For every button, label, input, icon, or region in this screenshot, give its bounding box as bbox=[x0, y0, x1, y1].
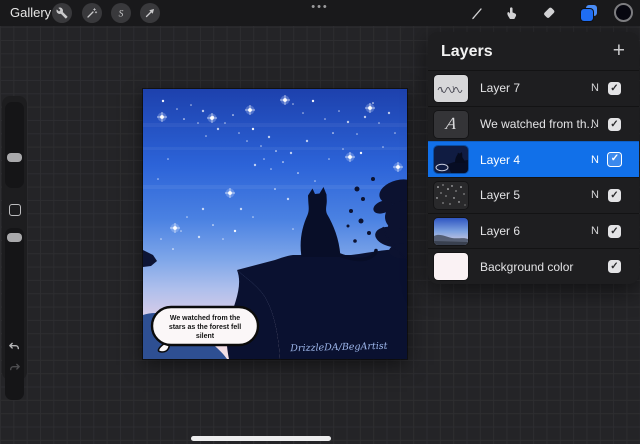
blend-mode-button[interactable]: N bbox=[591, 189, 599, 201]
layer6-thumbnail bbox=[434, 217, 468, 245]
erase-tool-button[interactable] bbox=[540, 4, 558, 22]
redo-button[interactable] bbox=[7, 362, 22, 381]
layer-name: Layer 4 bbox=[480, 152, 521, 167]
layer-visibility-checkbox[interactable]: ✓ bbox=[608, 188, 621, 202]
layer-name: We watched from th... bbox=[480, 117, 597, 131]
procreate-workspace: Gallery S ••• We watched from the stars … bbox=[0, 0, 640, 444]
blend-mode-button[interactable]: N bbox=[591, 225, 599, 237]
layer7-thumbnail bbox=[434, 74, 468, 102]
layer-row-layer7[interactable]: Layer 7 N ✓ bbox=[428, 70, 639, 106]
speech-bubble: We watched from the stars as the forest … bbox=[150, 305, 260, 353]
undo-icon bbox=[9, 342, 19, 350]
redo-icon bbox=[10, 363, 20, 371]
bubble-line-1: We watched from the bbox=[170, 315, 240, 322]
brush-opacity-handle[interactable] bbox=[7, 233, 22, 242]
layer-name: Layer 5 bbox=[480, 188, 521, 203]
undo-button[interactable] bbox=[7, 341, 22, 360]
drawing-canvas[interactable]: We watched from the stars as the forest … bbox=[143, 89, 407, 359]
blend-mode-button[interactable]: N bbox=[591, 118, 599, 130]
smudge-finger-icon bbox=[507, 7, 517, 19]
add-layer-button[interactable]: + bbox=[613, 32, 625, 70]
text-layer-thumbnail: A bbox=[434, 110, 468, 138]
home-indicator[interactable] bbox=[191, 436, 331, 441]
layer-visibility-checkbox[interactable]: ✓ bbox=[608, 224, 621, 238]
layers-panel: Layers + Layer 7 N ✓ A We watched from t… bbox=[428, 32, 639, 284]
layer-list: Layer 7 N ✓ A We watched from th... N ✓ bbox=[428, 70, 639, 284]
blend-mode-button[interactable]: N bbox=[591, 154, 599, 166]
brush-size-handle[interactable] bbox=[7, 153, 22, 162]
layer-visibility-checkbox[interactable]: ✓ bbox=[608, 81, 621, 95]
brush-controls-sidebar bbox=[2, 96, 27, 400]
paint-tool-button[interactable] bbox=[468, 4, 486, 22]
active-color-swatch[interactable] bbox=[614, 3, 633, 22]
top-toolbar: Gallery S ••• bbox=[0, 0, 640, 26]
layers-title: Layers bbox=[441, 43, 493, 60]
layer-visibility-checkbox[interactable]: ✓ bbox=[607, 152, 623, 168]
eraser-icon bbox=[544, 7, 555, 18]
background-color-thumbnail bbox=[434, 253, 468, 281]
blend-mode-button[interactable]: N bbox=[591, 82, 599, 94]
brush-icon bbox=[472, 8, 482, 20]
artwork: We watched from the stars as the forest … bbox=[143, 89, 407, 359]
layer4-thumbnail bbox=[434, 146, 468, 174]
modify-button[interactable] bbox=[9, 204, 21, 216]
layer-row-layer4-selected[interactable]: Layer 4 N ✓ bbox=[428, 141, 639, 178]
layer-visibility-checkbox[interactable]: ✓ bbox=[608, 260, 621, 274]
layers-panel-header: Layers + bbox=[428, 32, 639, 70]
layer-name: Layer 6 bbox=[480, 224, 521, 239]
layer5-thumbnail bbox=[434, 181, 468, 209]
bubble-line-2: stars as the forest fell bbox=[169, 324, 241, 331]
smudge-tool-button[interactable] bbox=[503, 4, 521, 22]
brush-size-slider[interactable] bbox=[5, 102, 24, 188]
layer-row-layer5[interactable]: Layer 5 N ✓ bbox=[428, 177, 639, 213]
layers-panel-button[interactable] bbox=[581, 5, 599, 21]
layer-row-background-color[interactable]: Background color ✓ bbox=[428, 248, 639, 284]
layer-name: Layer 7 bbox=[480, 81, 521, 96]
layer-row-text[interactable]: A We watched from th... N ✓ bbox=[428, 105, 639, 142]
layer-visibility-checkbox[interactable]: ✓ bbox=[608, 117, 621, 131]
bubble-line-3: silent bbox=[196, 333, 215, 340]
layer-row-layer6[interactable]: Layer 6 N ✓ bbox=[428, 212, 639, 249]
layer-name: Background color bbox=[480, 259, 574, 274]
